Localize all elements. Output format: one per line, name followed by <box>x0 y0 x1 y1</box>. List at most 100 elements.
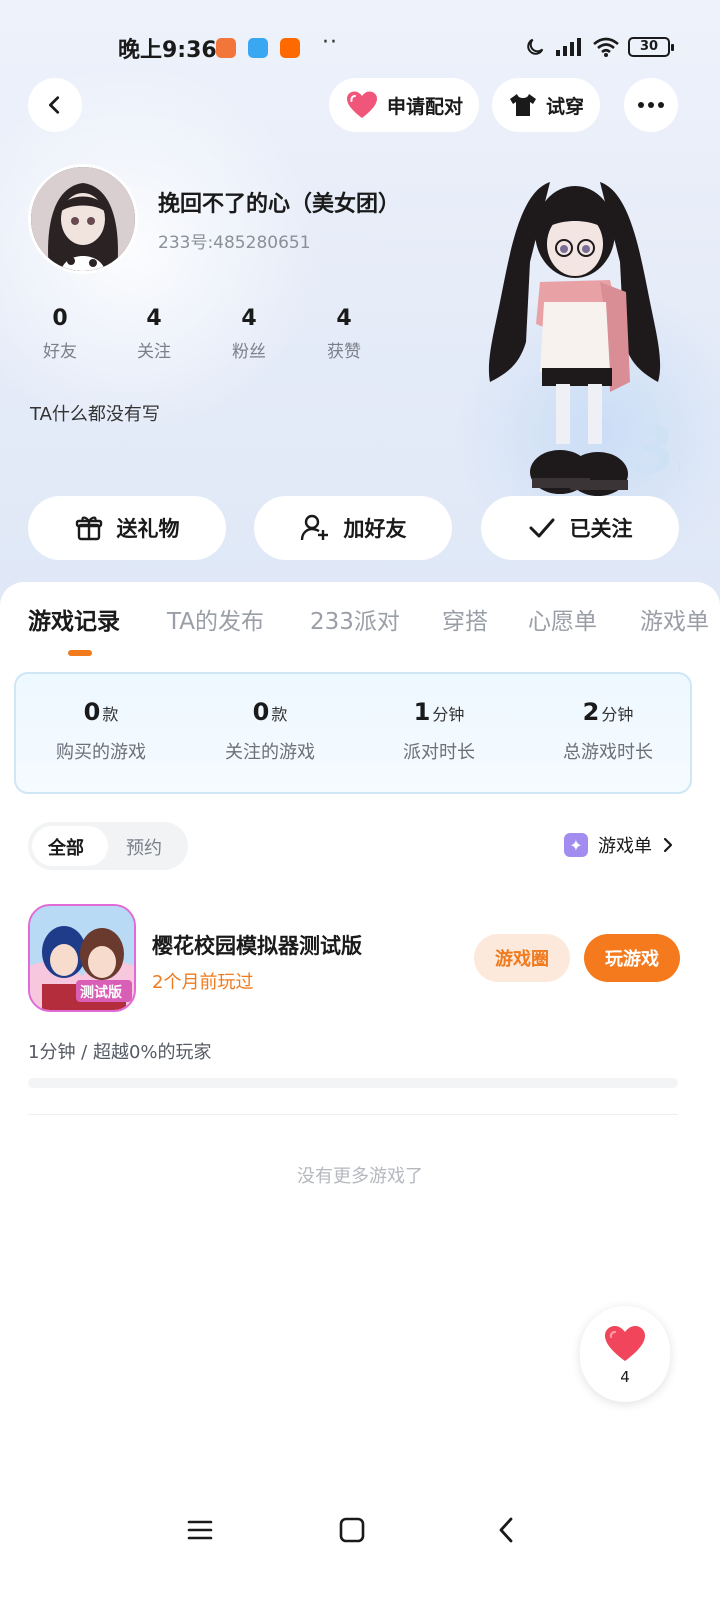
wifi-icon <box>593 37 619 57</box>
svg-text:测试版: 测试版 <box>80 984 122 1001</box>
taobao-icon <box>216 38 236 58</box>
more-notifications: ·· <box>322 30 338 55</box>
stat-following[interactable]: 4 关注 <box>114 306 194 362</box>
profile-name: 挽回不了的心（美女团） <box>158 192 401 217</box>
game-last-played: 2个月前玩过 <box>152 972 254 993</box>
stat-likes-label: 获赞 <box>327 342 361 362</box>
status-right: 30 <box>524 36 674 58</box>
send-gift-button[interactable]: 送礼物 <box>28 496 226 560</box>
game-playtime: 1分钟 / 超越0%的玩家 <box>28 1042 212 1063</box>
add-friend-button[interactable]: 加好友 <box>254 496 452 560</box>
followed-count: 0 <box>252 698 270 726</box>
match-request-label: 申请配对 <box>387 95 464 118</box>
tab-party[interactable]: 233派对 <box>310 602 400 636</box>
stat-likes-count: 4 <box>336 306 352 331</box>
stat-likes[interactable]: 4 获赞 <box>304 306 384 362</box>
game-circle-button[interactable]: 游戏圈 <box>474 934 570 982</box>
mi-icon <box>280 38 300 58</box>
back-button[interactable] <box>28 78 82 132</box>
chevron-right-icon <box>663 837 673 853</box>
stat-following-label: 关注 <box>137 342 171 362</box>
game-record-item[interactable]: 测试版 樱花校园模拟器测试版 2个月前玩过 游戏圈 玩游戏 <box>28 904 680 1014</box>
party-time-label: 派对时长 <box>403 742 475 763</box>
match-request-button[interactable]: 申请配对 <box>329 78 480 132</box>
tshirt-icon <box>510 94 536 116</box>
stat-fans-count: 4 <box>241 306 257 331</box>
stat-fans-label: 粉丝 <box>232 342 266 362</box>
stat-total-play-time: 2 分钟 总游戏时长 <box>523 698 693 764</box>
nav-back-button[interactable] <box>484 1508 528 1552</box>
like-count: 4 <box>620 1368 630 1386</box>
sparkle-icon: ✦ <box>564 833 588 857</box>
stat-fans[interactable]: 4 粉丝 <box>209 306 289 362</box>
chevron-left-icon <box>49 96 60 114</box>
heart-icon <box>605 1326 645 1361</box>
game-list-link[interactable]: ✦ 游戏单 <box>564 832 674 858</box>
gift-icon <box>75 516 102 541</box>
tab-wishlist[interactable]: 心愿单 <box>528 602 597 636</box>
stat-following-count: 4 <box>146 306 162 331</box>
back-triangle-icon <box>499 1517 513 1543</box>
signal-icon <box>556 38 581 56</box>
tab-game-lists[interactable]: 游戏单 <box>640 602 709 636</box>
game-title: 樱花校园模拟器测试版 <box>152 934 362 958</box>
more-button[interactable] <box>624 78 678 132</box>
more-dot <box>638 102 644 108</box>
followed-label: 关注的游戏 <box>225 742 315 763</box>
like-button[interactable]: 4 <box>580 1306 670 1402</box>
game-cover-art: 测试版 <box>30 906 134 1010</box>
purchased-count: 0 <box>83 698 101 726</box>
following-button[interactable]: 已关注 <box>481 496 679 560</box>
moon-icon <box>527 38 544 55</box>
game-icon[interactable]: 测试版 <box>28 904 136 1012</box>
following-label: 已关注 <box>569 517 633 541</box>
total-time-label: 总游戏时长 <box>563 742 653 763</box>
party-time-unit: 分钟 <box>432 705 465 724</box>
status-time: 晚上9:36 <box>118 38 217 63</box>
status-bar: 晚上9:36 ·· 30 <box>0 28 720 68</box>
add-friend-label: 加好友 <box>343 517 407 541</box>
stat-friends[interactable]: 0 好友 <box>20 306 100 362</box>
divider <box>28 1114 678 1115</box>
content-panel: 游戏记录 TA的发布 233派对 穿搭 心愿单 游戏单 0款 购买的游戏 0款 … <box>0 582 720 1600</box>
play-game-button[interactable]: 玩游戏 <box>584 934 680 982</box>
followed-unit: 款 <box>271 705 288 724</box>
send-gift-label: 送礼物 <box>116 517 180 541</box>
avatar-image <box>31 167 135 271</box>
tab-posts[interactable]: TA的发布 <box>167 602 264 636</box>
purchased-unit: 款 <box>102 705 119 724</box>
stat-friends-label: 好友 <box>43 342 77 362</box>
no-more-games-text: 没有更多游戏了 <box>297 1166 423 1187</box>
more-dot <box>648 102 654 108</box>
nav-menu-button[interactable] <box>178 1508 222 1552</box>
stat-followed-games: 0款 关注的游戏 <box>185 698 355 764</box>
try-on-button[interactable]: 试穿 <box>492 78 601 132</box>
game-list-label: 游戏单 <box>598 836 652 857</box>
heart-icon <box>347 91 377 118</box>
battery-indicator: 30 <box>628 37 674 57</box>
purchased-label: 购买的游戏 <box>56 742 146 763</box>
profile-tabs: 游戏记录 TA的发布 233派对 穿搭 心愿单 游戏单 <box>0 602 720 662</box>
more-dot <box>658 102 664 108</box>
stat-friends-count: 0 <box>52 306 68 331</box>
avatar-character[interactable]: 33 <box>480 172 680 502</box>
avatar[interactable] <box>28 164 138 274</box>
game-filter-toggle: 全部 预约 <box>28 822 188 870</box>
cloud-icon <box>248 38 268 58</box>
nav-home-button[interactable] <box>330 1508 374 1552</box>
check-icon <box>529 518 554 538</box>
stat-party-time: 1 分钟 派对时长 <box>354 698 524 764</box>
tab-game-records[interactable]: 游戏记录 <box>28 602 120 636</box>
filter-reserve[interactable]: 预约 <box>126 834 162 860</box>
profile-bio: TA什么都没有写 <box>30 404 160 425</box>
try-on-label: 试穿 <box>546 95 585 118</box>
party-time-value: 1 <box>413 698 431 726</box>
profile-uid[interactable]: 233号:485280651 <box>158 228 311 253</box>
tab-outfits[interactable]: 穿搭 <box>442 602 488 636</box>
add-user-icon <box>300 514 328 541</box>
filter-all[interactable]: 全部 <box>48 834 84 860</box>
tab-indicator <box>68 650 92 656</box>
system-nav-bar <box>0 1490 720 1570</box>
stat-purchased-games: 0款 购买的游戏 <box>16 698 186 764</box>
watermark-233: 33 <box>630 414 680 488</box>
